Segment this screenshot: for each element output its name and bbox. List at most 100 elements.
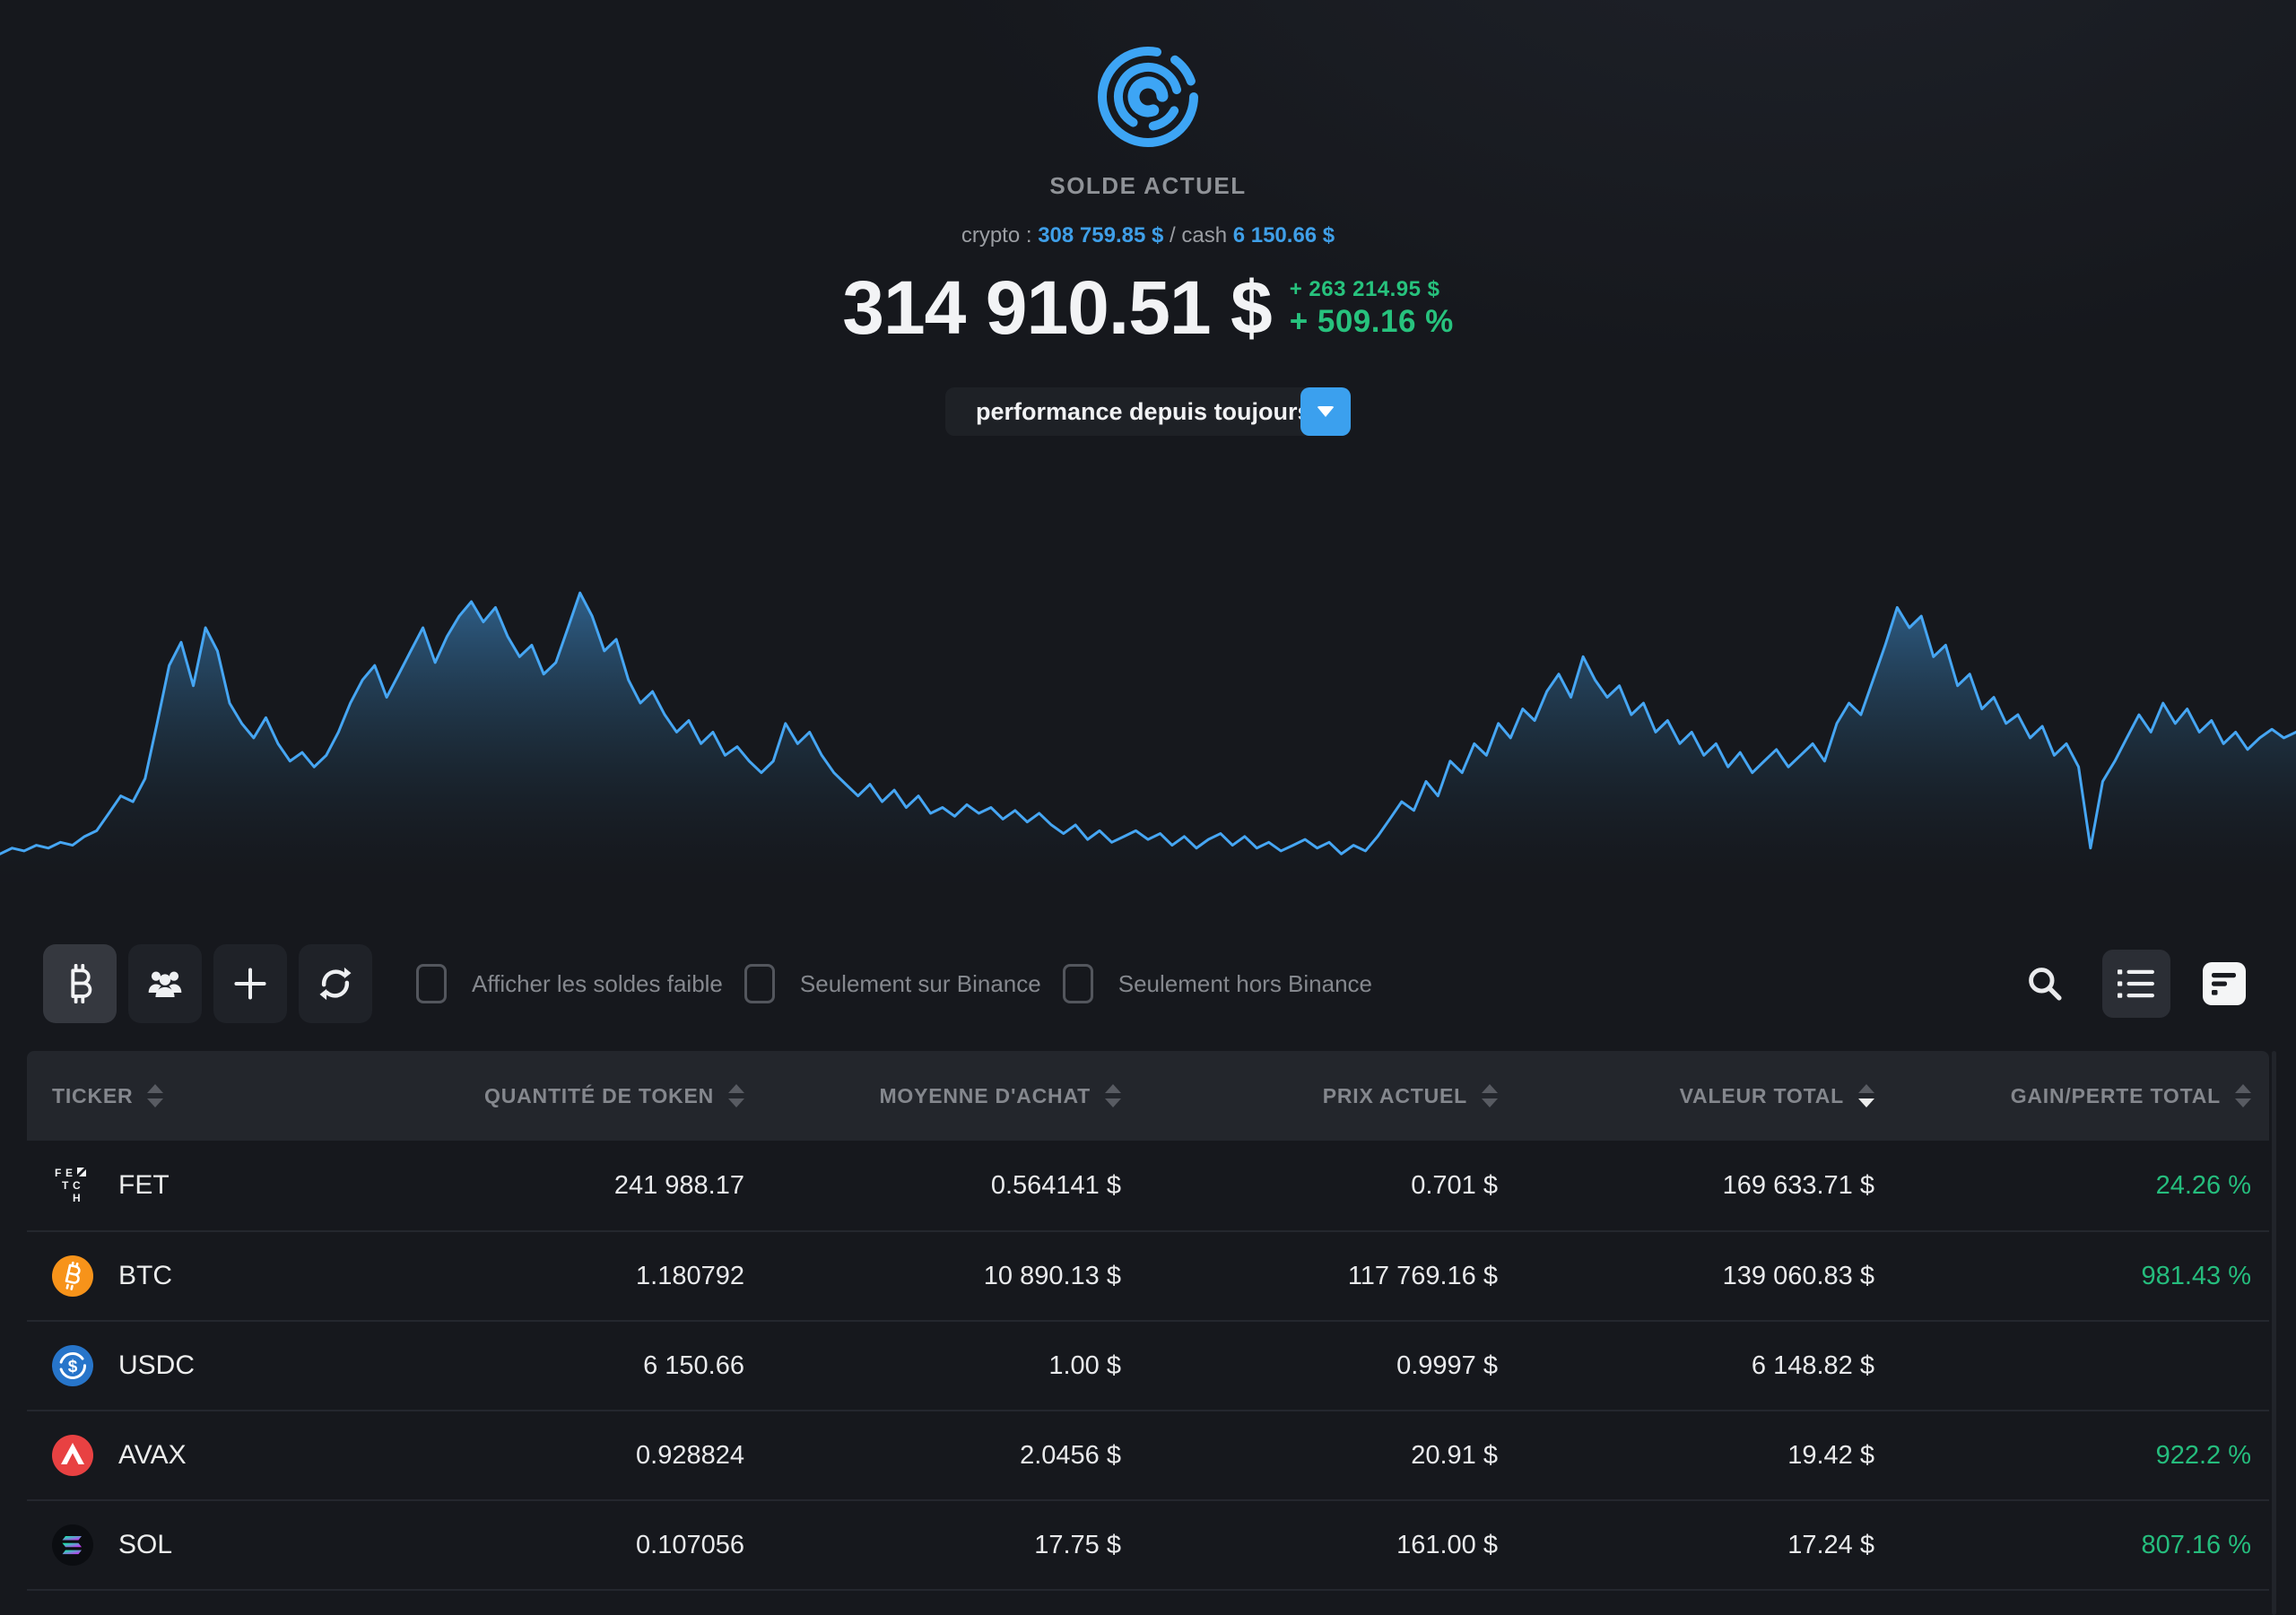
svg-text:H: H: [73, 1192, 81, 1204]
crypto-view-button[interactable]: [43, 944, 117, 1023]
ticker-cell: $ USDC: [27, 1345, 386, 1386]
crypto-amount: 308 759.85 $: [1038, 223, 1163, 247]
holdings-table: TICKER QUANTITÉ DE TOKEN MOYENNE D'ACHAT…: [27, 1051, 2269, 1591]
period-selector[interactable]: performance depuis toujours: [945, 387, 1351, 436]
avg-buy-cell: 10 890.13 $: [762, 1262, 1139, 1291]
off-binance-label: Seulement hors Binance: [1118, 970, 1372, 998]
cash-label: / cash: [1170, 223, 1227, 247]
add-asset-button[interactable]: [213, 944, 287, 1023]
svg-text:C: C: [73, 1179, 81, 1192]
column-header-quantity[interactable]: QUANTITÉ DE TOKEN: [386, 1084, 762, 1108]
portfolio-area-chart[interactable]: [0, 574, 2296, 890]
fet-coin-icon: FE TC H: [52, 1165, 93, 1206]
gain-percent: + 509.16 %: [1290, 304, 1454, 340]
quantity-cell: 1.180792: [386, 1262, 762, 1291]
sort-arrows-icon[interactable]: [147, 1084, 163, 1107]
sort-arrows-icon[interactable]: [2235, 1084, 2251, 1107]
on-binance-label: Seulement sur Binance: [800, 970, 1041, 998]
total-value-cell: 19.42 $: [1516, 1441, 1892, 1471]
total-value-cell: 169 633.71 $: [1516, 1171, 1892, 1201]
list-view-icon: [2118, 968, 2155, 1000]
refresh-button[interactable]: [299, 944, 372, 1023]
usdc-coin-icon: $: [52, 1345, 93, 1386]
sort-arrows-icon[interactable]: [1858, 1084, 1874, 1107]
card-view-icon: [2211, 971, 2238, 996]
refresh-icon: [317, 965, 354, 1003]
btc-coin-icon: [52, 1255, 93, 1297]
gain-cell: 24.26 %: [1892, 1171, 2269, 1201]
column-header-avg-buy[interactable]: MOYENNE D'ACHAT: [762, 1084, 1139, 1108]
total-value-cell: 17.24 $: [1516, 1531, 1892, 1560]
on-binance-checkbox[interactable]: [744, 964, 775, 1003]
table-row-btc[interactable]: BTC 1.180792 10 890.13 $ 117 769.16 $ 13…: [27, 1230, 2269, 1320]
current-price-cell: 117 769.16 $: [1139, 1262, 1516, 1291]
cash-amount: 6 150.66 $: [1233, 223, 1335, 247]
filter-group: Afficher les soldes faible Seulement sur…: [416, 964, 1394, 1003]
quantity-cell: 0.107056: [386, 1531, 762, 1560]
plus-icon: [232, 966, 268, 1002]
gain-cell: 981.43 %: [1892, 1262, 2269, 1291]
filter-low-balances[interactable]: Afficher les soldes faible: [416, 964, 723, 1003]
off-binance-checkbox[interactable]: [1063, 964, 1093, 1003]
gain-amount: + 263 214.95 $: [1290, 277, 1454, 302]
hero-section: SOLDE ACTUEL crypto : 308 759.85 $ / cas…: [0, 43, 2296, 436]
low-balances-checkbox[interactable]: [416, 964, 447, 1003]
svg-text:F: F: [55, 1167, 61, 1179]
bitcoin-icon: [63, 964, 97, 1003]
scrollbar[interactable]: [2272, 1051, 2276, 1615]
column-header-current-price[interactable]: PRIX ACTUEL: [1139, 1084, 1516, 1108]
people-icon: [146, 966, 184, 1002]
table-header-row: TICKER QUANTITÉ DE TOKEN MOYENNE D'ACHAT…: [27, 1051, 2269, 1141]
current-price-cell: 0.9997 $: [1139, 1351, 1516, 1381]
ticker-cell: SOL: [27, 1524, 386, 1566]
current-price-cell: 0.701 $: [1139, 1171, 1516, 1201]
ticker-cell: BTC: [27, 1255, 386, 1297]
total-value-cell: 6 148.82 $: [1516, 1351, 1892, 1381]
balance-row: 314 910.51 $ + 263 214.95 $ + 509.16 %: [0, 265, 2296, 352]
total-value-cell: 139 060.83 $: [1516, 1262, 1892, 1291]
sort-arrows-icon[interactable]: [1105, 1084, 1121, 1107]
gain-stack: + 263 214.95 $ + 509.16 %: [1290, 277, 1454, 340]
search-icon: [2025, 964, 2065, 1003]
crypto-cash-summary: crypto : 308 759.85 $ / cash 6 150.66 $: [0, 223, 2296, 248]
accounts-button[interactable]: [128, 944, 202, 1023]
toolbar-right: [2025, 950, 2246, 1018]
quantity-cell: 6 150.66: [386, 1351, 762, 1381]
table-row-fet[interactable]: FE TC H FET 241 988.17 0.564141 $ 0.701 …: [27, 1141, 2269, 1230]
sol-coin-icon: [52, 1524, 93, 1566]
avg-buy-cell: 17.75 $: [762, 1531, 1139, 1560]
table-body: FE TC H FET 241 988.17 0.564141 $ 0.701 …: [27, 1141, 2269, 1591]
period-selector-caret-button[interactable]: [1300, 387, 1351, 436]
gain-cell: 807.16 %: [1892, 1531, 2269, 1560]
svg-text:$: $: [68, 1358, 78, 1376]
chevron-down-icon: [1317, 406, 1335, 417]
avg-buy-cell: 1.00 $: [762, 1351, 1139, 1381]
crypto-label: crypto :: [961, 223, 1032, 247]
table-row-usdc[interactable]: $ USDC 6 150.66 1.00 $ 0.9997 $ 6 148.82…: [27, 1320, 2269, 1410]
card-view-button[interactable]: [2203, 962, 2246, 1005]
period-selector-value: performance depuis toujours: [945, 387, 1351, 436]
table-row-avax[interactable]: AVAX 0.928824 2.0456 $ 20.91 $ 19.42 $ 9…: [27, 1410, 2269, 1499]
avg-buy-cell: 0.564141 $: [762, 1171, 1139, 1201]
column-header-gain-loss[interactable]: GAIN/PERTE TOTAL: [1892, 1084, 2269, 1108]
quantity-cell: 241 988.17: [386, 1171, 762, 1201]
list-view-button[interactable]: [2102, 950, 2170, 1018]
sort-arrows-icon[interactable]: [1482, 1084, 1498, 1107]
total-balance: 314 910.51 $: [842, 265, 1271, 352]
app-logo-icon: [1094, 43, 1202, 151]
current-price-cell: 20.91 $: [1139, 1441, 1516, 1471]
svg-text:T: T: [62, 1179, 69, 1192]
column-header-total-value[interactable]: VALEUR TOTAL: [1516, 1084, 1892, 1108]
column-header-ticker[interactable]: TICKER: [27, 1084, 386, 1108]
quantity-cell: 0.928824: [386, 1441, 762, 1471]
filter-on-binance[interactable]: Seulement sur Binance: [744, 964, 1041, 1003]
portfolio-dashboard: SOLDE ACTUEL crypto : 308 759.85 $ / cas…: [0, 0, 2296, 1615]
filter-off-binance[interactable]: Seulement hors Binance: [1063, 964, 1372, 1003]
ticker-cell: AVAX: [27, 1435, 386, 1476]
search-button[interactable]: [2025, 964, 2065, 1003]
page-title: SOLDE ACTUEL: [0, 172, 2296, 200]
gain-cell: 922.2 %: [1892, 1441, 2269, 1471]
table-row-sol[interactable]: SOL 0.107056 17.75 $ 161.00 $ 17.24 $ 80…: [27, 1499, 2269, 1589]
low-balances-label: Afficher les soldes faible: [472, 970, 723, 998]
sort-arrows-icon[interactable]: [728, 1084, 744, 1107]
